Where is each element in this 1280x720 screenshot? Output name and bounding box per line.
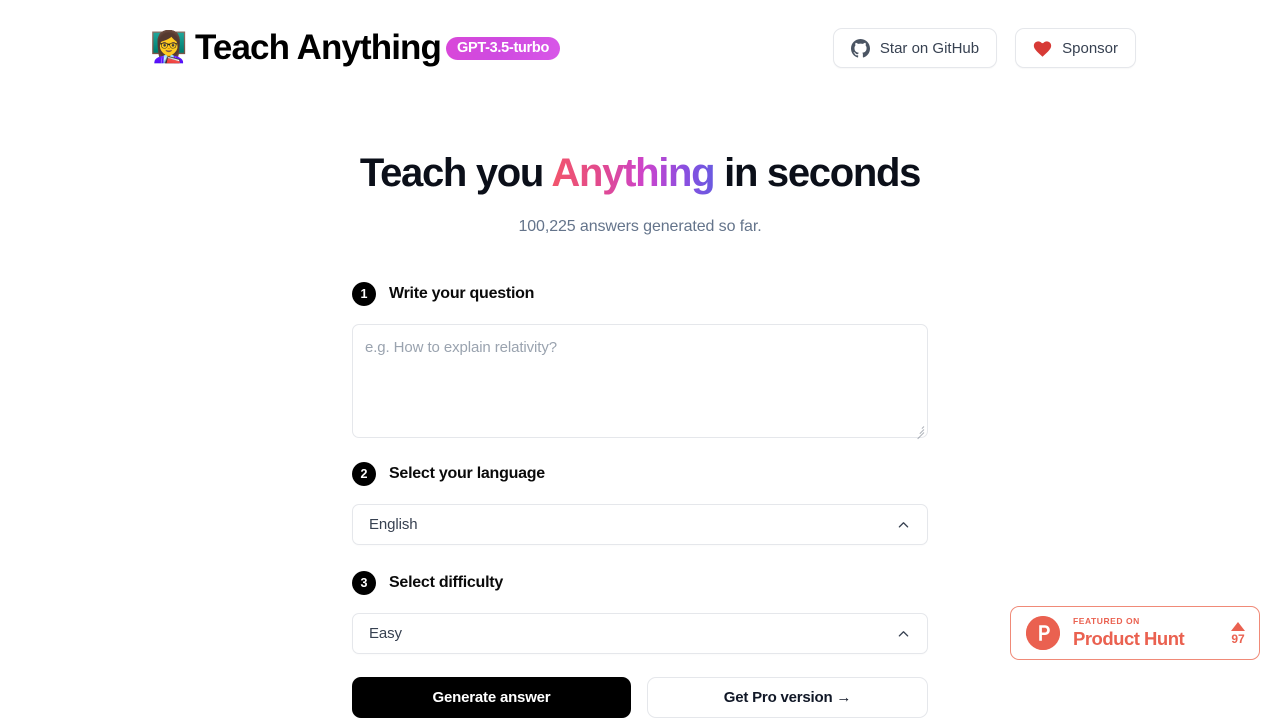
star-on-github-label: Star on GitHub: [879, 39, 980, 57]
brand-title: Teach Anything GPT-3.5-turbo: [195, 28, 560, 68]
step-2-header: 2 Select your language: [352, 461, 928, 487]
step-1-label: Write your question: [389, 285, 535, 302]
question-placeholder: e.g. How to explain relativity?: [365, 339, 557, 356]
brand-title-text: Teach Anything: [195, 28, 442, 67]
headline-prefix: Teach you: [359, 151, 552, 195]
site-header: 👩‍🏫 Teach Anything GPT-3.5-turbo Star on …: [0, 0, 1280, 96]
answers-generated-counter: 100,225 answers generated so far.: [518, 218, 762, 236]
question-textarea[interactable]: e.g. How to explain relativity?: [352, 324, 928, 440]
brand-logo-link[interactable]: 👩‍🏫 Teach Anything GPT-3.5-turbo: [150, 28, 560, 68]
difficulty-select[interactable]: Easy: [352, 613, 928, 654]
headline-suffix: in seconds: [714, 151, 921, 195]
upvote-count: 97: [1231, 631, 1245, 646]
product-hunt-badge[interactable]: FEATURED ON Product Hunt 97: [1010, 606, 1260, 660]
language-select[interactable]: English: [352, 504, 928, 545]
generate-answer-button[interactable]: Generate answer: [352, 677, 631, 718]
sponsor-label: Sponsor: [1062, 39, 1118, 57]
generator-form: 1 Write your question e.g. How to explai…: [352, 281, 928, 718]
form-actions: Generate answer Get Pro version →: [352, 677, 928, 718]
star-on-github-button[interactable]: Star on GitHub: [832, 28, 998, 68]
page-title: Teach you Anything in seconds: [0, 151, 1280, 195]
resize-handle-icon[interactable]: [913, 423, 925, 440]
product-hunt-featured-label: FEATURED ON: [1073, 616, 1140, 627]
upvote-caret-icon: [1231, 621, 1245, 631]
sponsor-button[interactable]: Sponsor: [1015, 28, 1136, 68]
step-2-label: Select your language: [389, 465, 545, 482]
step-1-number: 1: [352, 282, 376, 306]
step-1-header: 1 Write your question: [352, 281, 928, 307]
teacher-emoji-icon: 👩‍🏫: [150, 31, 188, 64]
hero-section: Teach you Anything in seconds 100,225 an…: [0, 151, 1280, 236]
difficulty-select-value: Easy: [369, 625, 402, 642]
github-icon: [850, 38, 870, 58]
headline-highlight: Anything: [551, 151, 715, 195]
model-badge: GPT-3.5-turbo: [446, 37, 560, 60]
product-hunt-text: FEATURED ON Product Hunt: [1073, 616, 1218, 649]
step-3-label: Select difficulty: [389, 574, 503, 591]
heart-icon: [1033, 40, 1052, 57]
product-hunt-upvotes: 97: [1231, 621, 1245, 646]
step-2-number: 2: [352, 462, 376, 486]
product-hunt-logo-icon: [1026, 616, 1060, 650]
step-3-number: 3: [352, 571, 376, 595]
header-actions: Star on GitHub Sponsor: [832, 28, 1136, 68]
get-pro-version-button[interactable]: Get Pro version →: [647, 677, 928, 718]
step-3-header: 3 Select difficulty: [352, 570, 928, 596]
language-select-value: English: [369, 516, 418, 533]
product-hunt-name: Product Hunt: [1073, 627, 1185, 649]
